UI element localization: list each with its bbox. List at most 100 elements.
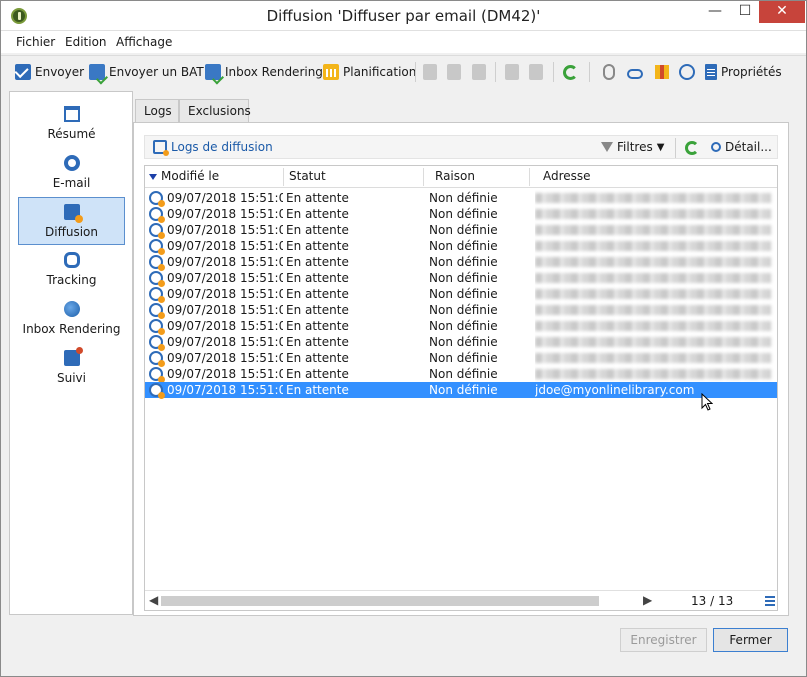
nav-item-suivi[interactable]: Suivi: [18, 344, 125, 392]
toolbar-separator: [415, 62, 416, 82]
send-button[interactable]: Envoyer: [15, 62, 84, 82]
cell-reason: Non définie: [429, 239, 498, 253]
properties-label: Propriétés: [721, 65, 782, 79]
cell-reason: Non définie: [429, 223, 498, 237]
inbox-rendering-label: Inbox Rendering: [225, 65, 323, 79]
table-row[interactable]: 09/07/2018 15:51:02 En attente Non définie: [145, 222, 777, 239]
nav-item-resume[interactable]: Résumé: [18, 100, 125, 148]
column-header-modified[interactable]: Modifié le: [149, 169, 219, 183]
redo-button[interactable]: [529, 62, 543, 82]
list-settings-icon[interactable]: [765, 596, 775, 606]
pending-log-icon: [149, 239, 165, 255]
column-header-address[interactable]: Adresse: [543, 169, 591, 183]
nav-label: Inbox Rendering: [22, 322, 121, 336]
maximize-button[interactable]: ☐: [731, 1, 759, 23]
send-proof-button[interactable]: Envoyer un BAT: [89, 62, 204, 82]
table-row[interactable]: 09/07/2018 15:51:02 En attente Non définie: [145, 318, 777, 335]
column-separator[interactable]: [283, 168, 284, 186]
tab-logs[interactable]: Logs: [135, 99, 179, 123]
cell-reason: Non définie: [429, 271, 498, 285]
column-header-status[interactable]: Statut: [289, 169, 326, 183]
redacted-address-blur: [535, 321, 771, 331]
inbox-rendering-button[interactable]: Inbox Rendering: [205, 62, 323, 82]
column-header-reason[interactable]: Raison: [435, 169, 475, 183]
menu-edition[interactable]: Edition: [65, 35, 107, 49]
table-row[interactable]: 09/07/2018 15:51:02 En attente Non définie: [145, 254, 777, 271]
save-button[interactable]: Enregistrer: [620, 628, 707, 652]
table-row[interactable]: 09/07/2018 15:51:02 En attente Non définie: [145, 334, 777, 351]
detail-label: Détail...: [725, 140, 772, 154]
close-window-button[interactable]: ✕: [759, 1, 805, 23]
proof-envelope-icon: [89, 64, 105, 80]
send-proof-label: Envoyer un BAT: [109, 65, 204, 79]
cell-address-redacted: [535, 206, 775, 223]
detail-button[interactable]: Détail...: [711, 140, 772, 154]
cell-status: En attente: [286, 207, 349, 221]
undo-button[interactable]: [505, 62, 519, 82]
cell-status: En attente: [286, 383, 349, 397]
pending-log-icon: [149, 255, 165, 271]
close-button[interactable]: Fermer: [713, 628, 788, 652]
calendar-icon: [323, 64, 339, 80]
column-separator[interactable]: [529, 168, 530, 186]
tracking-button[interactable]: [679, 62, 695, 82]
column-separator[interactable]: [423, 168, 424, 186]
logs-subtoolbar: Logs de diffusion Filtres ▼ Détail...: [144, 135, 778, 159]
attachment-button[interactable]: [603, 62, 615, 82]
cut-icon: [447, 64, 461, 80]
redacted-address-blur: [535, 305, 771, 315]
scroll-left-icon[interactable]: ◀: [149, 593, 158, 607]
table-row[interactable]: 09/07/2018 15:51:02 En attente Non définie: [145, 270, 777, 287]
pending-log-icon: [149, 319, 165, 335]
menu-affichage[interactable]: Affichage: [116, 35, 172, 49]
column-label: Adresse: [543, 169, 591, 183]
table-row[interactable]: 09/07/2018 15:51:02 En attente Non définie: [145, 238, 777, 255]
clipboard-icon: [705, 64, 717, 80]
links-button[interactable]: [627, 62, 643, 82]
filters-label: Filtres: [617, 140, 653, 154]
copy-button[interactable]: [423, 62, 437, 82]
filters-button[interactable]: Filtres ▼: [601, 140, 664, 154]
email-icon: [63, 155, 80, 171]
nav-item-inbox-rendering[interactable]: Inbox Rendering: [18, 295, 125, 343]
redacted-address-blur: [535, 209, 771, 219]
paste-button[interactable]: [472, 62, 486, 82]
tracking-icon: [63, 252, 80, 268]
minimize-button[interactable]: —: [701, 1, 729, 23]
delivery-logs-link[interactable]: Logs de diffusion: [153, 140, 273, 156]
scroll-right-icon[interactable]: ▶: [643, 593, 652, 607]
table-row[interactable]: 09/07/2018 15:51:02 En attente Non définie: [145, 286, 777, 303]
cut-button[interactable]: [447, 62, 461, 82]
table-row[interactable]: 09/07/2018 15:51:02 En attente Non définie: [145, 350, 777, 367]
table-row[interactable]: 09/07/2018 15:51:02 En attente Non définie: [145, 190, 777, 207]
grid-header: Modifié le Statut Raison Adresse: [145, 166, 777, 188]
nav-label: Diffusion: [45, 225, 98, 239]
title-bar[interactable]: Diffusion 'Diffuser par email (DM42)' — …: [1, 1, 806, 31]
nav-item-email[interactable]: E-mail: [18, 149, 125, 197]
table-row[interactable]: 09/07/2018 15:51:02 En attente Non définie…: [145, 382, 777, 399]
table-row[interactable]: 09/07/2018 15:51:02 En attente Non définie: [145, 206, 777, 223]
nav-item-diffusion[interactable]: Diffusion: [18, 197, 125, 245]
copy-icon: [423, 64, 437, 80]
offers-button[interactable]: [655, 62, 669, 82]
subtoolbar-separator: [675, 138, 676, 158]
scheduling-button[interactable]: Planification: [323, 62, 416, 82]
nav-item-tracking[interactable]: Tracking: [18, 246, 125, 294]
cell-status: En attente: [286, 255, 349, 269]
scrollbar-thumb[interactable]: [161, 596, 599, 606]
cell-reason: Non définie: [429, 207, 498, 221]
table-row[interactable]: 09/07/2018 15:51:02 En attente Non définie: [145, 302, 777, 319]
cell-reason: Non définie: [429, 191, 498, 205]
table-row[interactable]: 09/07/2018 15:51:02 En attente Non définie: [145, 366, 777, 383]
refresh-button[interactable]: [563, 62, 578, 82]
horizontal-scrollbar[interactable]: ◀ ▶ 13 / 13: [145, 590, 777, 610]
cell-modified: 09/07/2018 15:51:02: [167, 271, 283, 285]
properties-button[interactable]: Propriétés: [705, 62, 782, 82]
redacted-address-blur: [535, 353, 771, 363]
menu-fichier[interactable]: Fichier: [16, 35, 55, 49]
monitoring-icon: [63, 347, 83, 366]
search-icon: [711, 142, 721, 152]
cell-reason: Non définie: [429, 351, 498, 365]
refresh-icon[interactable]: [685, 141, 699, 155]
tab-exclusions[interactable]: Exclusions: [179, 99, 251, 123]
